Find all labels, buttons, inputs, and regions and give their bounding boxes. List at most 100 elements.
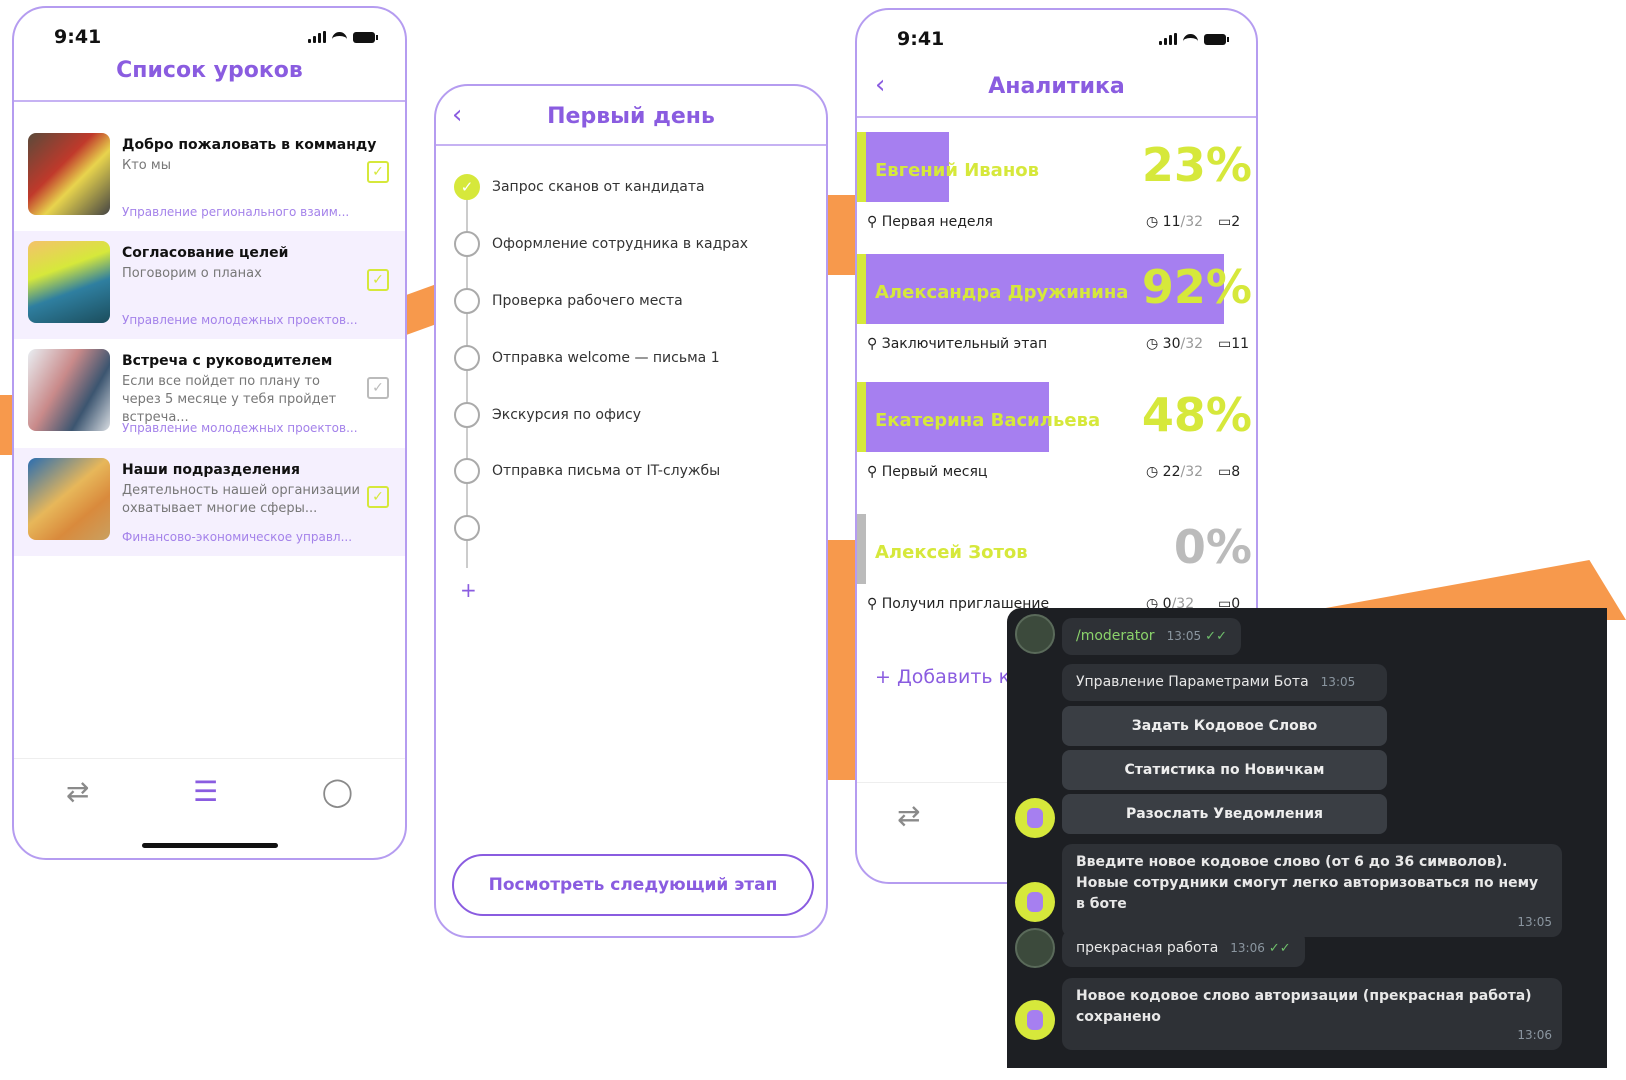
home-indicator bbox=[141, 843, 278, 848]
step-item[interactable]: Экскурсия по офису bbox=[454, 402, 641, 428]
lesson-subtitle: Поговорим о планах bbox=[122, 266, 262, 281]
routes-icon[interactable]: ⇄ bbox=[897, 799, 920, 832]
employee-name: Евгений Иванов bbox=[875, 160, 1040, 181]
employee-percent: 48% bbox=[1141, 388, 1252, 442]
employee-row[interactable]: Евгений Иванов 23% ⚲ Первая неделя ◷ 11/… bbox=[857, 132, 1256, 242]
bot-avatar bbox=[1015, 882, 1055, 922]
step-label: Отправка welcome — письма 1 bbox=[492, 350, 720, 366]
employee-row[interactable]: Екатерина Васильева 48% ⚲ Первый месяц ◷… bbox=[857, 382, 1256, 492]
lesson-subtitle: Если все пойдет по плану то через 5 меся… bbox=[122, 374, 337, 425]
employee-stage: ⚲ Первый месяц bbox=[867, 464, 988, 480]
lesson-item[interactable]: Согласование целей Поговорим о планах Уп… bbox=[14, 231, 405, 339]
message-count: ▭11 bbox=[1218, 336, 1250, 352]
employee-stage: ⚲ Заключительный этап bbox=[867, 336, 1048, 352]
lesson-department: Управление регионального взаим... bbox=[122, 205, 350, 219]
bot-avatar bbox=[1015, 798, 1055, 838]
next-stage-button[interactable]: Посмотреть следующий этап bbox=[452, 854, 814, 916]
page-title: Первый день bbox=[547, 104, 715, 129]
lesson-subtitle: Кто мы bbox=[122, 158, 171, 173]
wifi-icon bbox=[1183, 33, 1198, 45]
lesson-checkbox[interactable]: ✓ bbox=[367, 269, 389, 291]
add-employee-button[interactable]: + Добавить ко bbox=[875, 666, 1022, 688]
check-icon: ✓ bbox=[454, 174, 480, 200]
lesson-checkbox[interactable]: ✓ bbox=[367, 377, 389, 399]
lesson-subtitle: Деятельность нашей организации охватывае… bbox=[122, 483, 360, 516]
message-count: ▭2 bbox=[1218, 214, 1241, 230]
lesson-title: Встреча с руководителем bbox=[122, 353, 333, 369]
first-day-screen: ‹ Первый день ✓ Запрос сканов от кандидат… bbox=[434, 84, 828, 938]
user-message: /moderator 13:05 ✓✓ bbox=[1062, 618, 1241, 655]
wifi-icon bbox=[332, 31, 347, 43]
telegram-chat: /moderator 13:05 ✓✓ Управление Параметрами… bbox=[1007, 608, 1607, 1068]
progress-bar bbox=[857, 514, 866, 584]
task-count: ◷ 11/32 bbox=[1146, 214, 1204, 230]
lesson-thumbnail bbox=[28, 133, 110, 215]
list-icon[interactable]: ☰ bbox=[193, 775, 218, 808]
set-codeword-button[interactable]: Задать Кодовое Слово bbox=[1062, 706, 1387, 746]
lesson-thumbnail bbox=[28, 458, 110, 540]
employee-stage: ⚲ Первая неделя bbox=[867, 214, 993, 230]
user-avatar bbox=[1015, 928, 1055, 968]
step-item[interactable]: Отправка welcome — письма 1 bbox=[454, 345, 720, 371]
signal-icon bbox=[308, 31, 326, 43]
lesson-title: Согласование целей bbox=[122, 245, 289, 261]
step-label: Запрос сканов от кандидата bbox=[492, 179, 705, 195]
step-item[interactable] bbox=[454, 515, 492, 541]
circle-icon bbox=[454, 345, 480, 371]
lesson-item[interactable]: Встреча с руководителем Если все пойдет … bbox=[14, 339, 405, 447]
page-title: Аналитика bbox=[988, 74, 1125, 99]
lesson-thumbnail bbox=[28, 241, 110, 323]
routes-icon[interactable]: ⇄ bbox=[66, 775, 89, 808]
signal-icon bbox=[1159, 33, 1177, 45]
employee-percent: 23% bbox=[1141, 138, 1252, 192]
step-label: Оформление сотрудника в кадрах bbox=[492, 236, 749, 252]
lesson-department: Управление молодежных проектов... bbox=[122, 313, 358, 327]
user-message: прекрасная работа 13:06 ✓✓ bbox=[1062, 930, 1305, 967]
step-item[interactable]: Оформление сотрудника в кадрах bbox=[454, 231, 748, 257]
bot-message: Новое кодовое слово авторизации (прекрас… bbox=[1062, 978, 1562, 1050]
employee-name: Екатерина Васильева bbox=[875, 410, 1101, 431]
bot-message: Управление Параметрами Бота 13:05 bbox=[1062, 664, 1387, 701]
send-notifications-button[interactable]: Разослать Уведомления bbox=[1062, 794, 1387, 834]
employee-row[interactable]: Александра Дружинина 92% ⚲ Заключительны… bbox=[857, 254, 1256, 364]
step-item[interactable]: Отправка письма от IT-службы bbox=[454, 458, 720, 484]
circle-icon bbox=[454, 515, 480, 541]
circle-icon bbox=[454, 458, 480, 484]
step-label: Проверка рабочего места bbox=[492, 293, 683, 309]
circle-icon bbox=[454, 288, 480, 314]
employee-name: Александра Дружинина bbox=[875, 282, 1129, 303]
read-check-icon: ✓✓ bbox=[1205, 629, 1227, 644]
read-check-icon: ✓✓ bbox=[1268, 941, 1291, 956]
lesson-title: Наши подразделения bbox=[122, 462, 300, 478]
lesson-list-screen: 9:41 Список уроков Добро пожаловать в ко… bbox=[12, 6, 407, 860]
step-item[interactable]: ✓ Запрос сканов от кандидата bbox=[454, 174, 705, 200]
lesson-checkbox[interactable]: ✓ bbox=[367, 486, 389, 508]
step-label: Отправка письма от IT-службы bbox=[492, 463, 721, 479]
status-bar: 9:41 bbox=[54, 26, 378, 48]
lesson-item[interactable]: Наши подразделения Деятельность нашей ор… bbox=[14, 448, 405, 556]
circle-icon bbox=[454, 231, 480, 257]
decor-stripe bbox=[826, 195, 856, 275]
circle-icon bbox=[454, 402, 480, 428]
add-step-button[interactable]: + bbox=[460, 578, 477, 602]
profile-icon[interactable]: ◯ bbox=[322, 775, 353, 808]
user-avatar bbox=[1015, 614, 1055, 654]
employee-name: Алексей Зотов bbox=[875, 542, 1028, 563]
lesson-item[interactable]: Добро пожаловать в комманду Кто мы Управ… bbox=[14, 123, 405, 231]
step-item[interactable]: Проверка рабочего места bbox=[454, 288, 683, 314]
lesson-department: Управление молодежных проектов... bbox=[122, 421, 358, 435]
bot-message: Введите новое кодовое слово (от 6 до 36 … bbox=[1062, 844, 1562, 937]
lesson-thumbnail bbox=[28, 349, 110, 431]
employee-percent: 92% bbox=[1141, 260, 1252, 314]
lesson-title: Добро пожаловать в комманду bbox=[122, 137, 377, 153]
decor-stripe bbox=[826, 540, 856, 780]
employee-percent: 0% bbox=[1173, 520, 1252, 574]
newcomer-stats-button[interactable]: Статистика по Новичкам bbox=[1062, 750, 1387, 790]
bot-avatar bbox=[1015, 1000, 1055, 1040]
lesson-checkbox[interactable]: ✓ bbox=[367, 161, 389, 183]
task-count: ◷ 22/32 bbox=[1146, 464, 1204, 480]
status-bar: 9:41 bbox=[897, 28, 1229, 50]
status-time: 9:41 bbox=[897, 28, 945, 50]
battery-icon bbox=[1204, 33, 1229, 45]
task-count: ◷ 30/32 bbox=[1146, 336, 1204, 352]
